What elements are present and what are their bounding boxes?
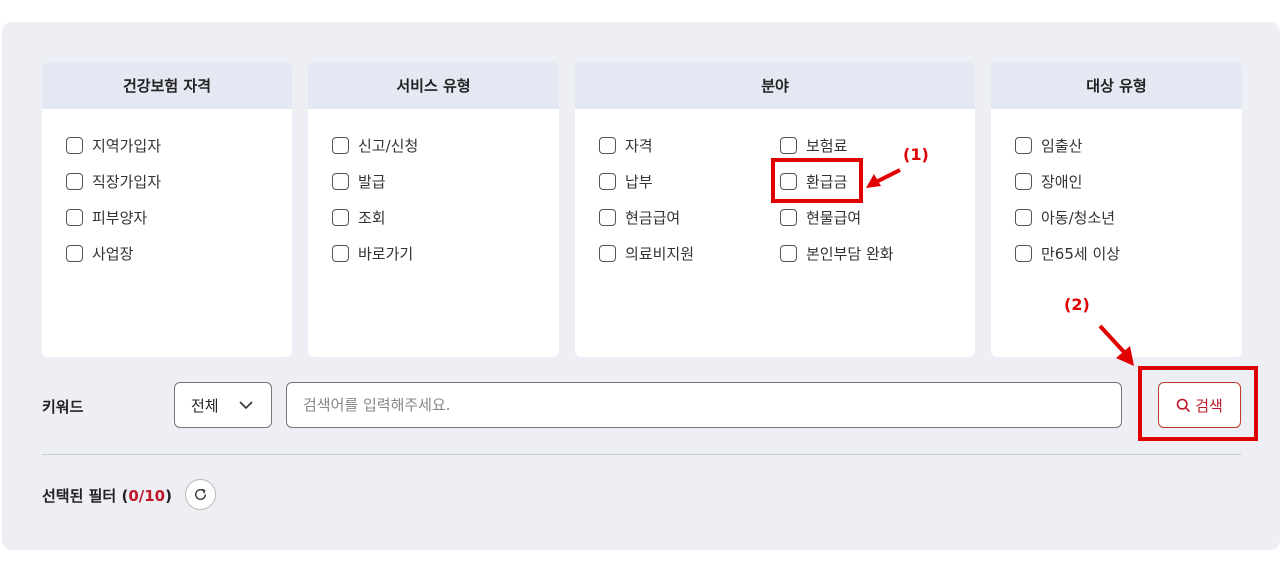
option-copay-relief[interactable]: 본인부담 완화	[780, 243, 894, 264]
option-medical-support[interactable]: 의료비지원	[599, 243, 694, 264]
checkbox[interactable]	[599, 245, 616, 262]
checkbox[interactable]	[780, 209, 797, 226]
divider	[42, 454, 1241, 455]
option-in-kind-benefit[interactable]: 현물급여	[780, 207, 861, 228]
checkbox[interactable]	[780, 137, 797, 154]
highlight-box-refund	[771, 158, 863, 203]
selected-filter-count: 0/10	[128, 487, 166, 505]
filter-card-insurance: 건강보험 자격 지역가입자 직장가입자 피부양자 사업장	[42, 62, 292, 357]
checkbox[interactable]	[599, 137, 616, 154]
option-eligibility[interactable]: 자격	[599, 135, 653, 156]
reset-filters-button[interactable]	[185, 479, 216, 510]
option-senior-65[interactable]: 만65세 이상	[1015, 243, 1120, 264]
checkbox[interactable]	[599, 209, 616, 226]
filter-card-title: 서비스 유형	[308, 62, 559, 109]
highlight-box-search	[1138, 366, 1258, 441]
checkbox[interactable]	[66, 245, 83, 262]
keyword-label: 키워드	[42, 398, 84, 416]
checkbox[interactable]	[780, 245, 797, 262]
checkbox[interactable]	[332, 173, 349, 190]
filter-card-title: 대상 유형	[991, 62, 1242, 109]
checkbox[interactable]	[332, 209, 349, 226]
selected-filters-label: 선택된 필터 (0/10)	[42, 487, 172, 505]
checkbox[interactable]	[1015, 245, 1032, 262]
option-regional-subscriber[interactable]: 지역가입자	[66, 135, 161, 156]
option-premium[interactable]: 보험료	[780, 135, 847, 156]
option-pregnancy-birth[interactable]: 임출산	[1015, 135, 1082, 156]
filter-card-service: 서비스 유형 신고/신청 발급 조회 바로가기	[308, 62, 559, 357]
option-issue[interactable]: 발급	[332, 171, 386, 192]
checkbox[interactable]	[1015, 209, 1032, 226]
refresh-icon	[195, 488, 206, 500]
annotation-arrow-2	[1098, 324, 1134, 366]
option-dependent[interactable]: 피부양자	[66, 207, 147, 228]
option-employee-subscriber[interactable]: 직장가입자	[66, 171, 161, 192]
option-disabled[interactable]: 장애인	[1015, 171, 1082, 192]
filter-card-target: 대상 유형 임출산 장애인 아동/청소년 만65세 이상	[991, 62, 1242, 357]
filter-card-title: 분야	[575, 62, 975, 109]
option-shortcut[interactable]: 바로가기	[332, 243, 413, 264]
checkbox[interactable]	[1015, 173, 1032, 190]
filter-card-field: 분야 자격 납부 현금급여 의료비지원 보험료 환급금 현물급여 본인부담 완화	[575, 62, 975, 357]
option-report-apply[interactable]: 신고/신청	[332, 135, 418, 156]
option-payment[interactable]: 납부	[599, 171, 653, 192]
annotation-arrow-1	[866, 168, 901, 188]
annotation-label-1: (1)	[903, 145, 929, 164]
annotation-label-2: (2)	[1064, 295, 1090, 314]
checkbox[interactable]	[66, 173, 83, 190]
option-workplace[interactable]: 사업장	[66, 243, 133, 264]
checkbox[interactable]	[332, 137, 349, 154]
search-scope-value: 전체	[191, 396, 219, 415]
checkbox[interactable]	[599, 173, 616, 190]
checkbox[interactable]	[66, 209, 83, 226]
search-scope-select[interactable]: 전체	[174, 382, 272, 428]
checkbox[interactable]	[66, 137, 83, 154]
filter-card-title: 건강보험 자격	[42, 62, 292, 109]
option-child-youth[interactable]: 아동/청소년	[1015, 207, 1115, 228]
search-input[interactable]	[286, 382, 1122, 428]
chevron-down-icon	[239, 396, 253, 418]
option-cash-benefit[interactable]: 현금급여	[599, 207, 680, 228]
checkbox[interactable]	[332, 245, 349, 262]
option-inquiry[interactable]: 조회	[332, 207, 386, 228]
checkbox[interactable]	[1015, 137, 1032, 154]
